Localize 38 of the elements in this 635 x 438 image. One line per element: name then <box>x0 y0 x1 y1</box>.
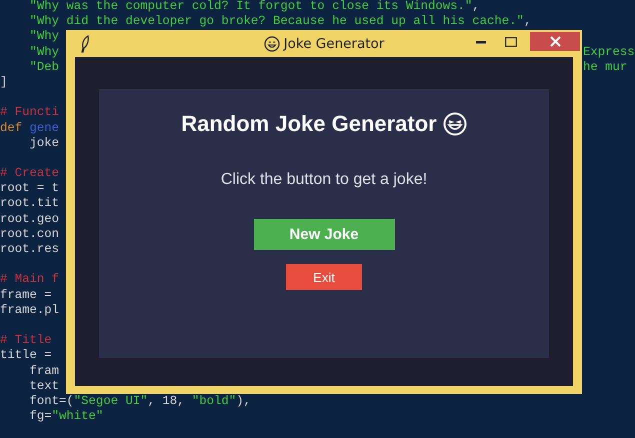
code-line: "Why did the developer go broke? Because he used up all his cache.", <box>28 14 532 30</box>
feather-icon <box>80 34 90 52</box>
new-joke-button[interactable]: New Joke <box>254 219 394 250</box>
exit-button[interactable]: Exit <box>286 264 362 290</box>
code-line: root.tit <box>0 196 60 212</box>
laughing-face-icon <box>442 112 467 136</box>
code-line: text <box>28 378 60 394</box>
minimize-icon <box>476 40 486 44</box>
code-line: # Functi <box>0 105 60 121</box>
code-line: frame = <box>0 288 52 303</box>
maximize-icon <box>505 37 517 47</box>
code-line: he mur <box>583 60 628 75</box>
window-title: Joke Generator <box>284 36 384 52</box>
code-line: "Why was the computer cold? It forgot to close its Windows.", <box>28 0 480 14</box>
code-line: # Create <box>0 166 60 182</box>
code-line: root.res <box>0 242 60 258</box>
close-icon <box>550 36 560 47</box>
code-line: fram <box>28 364 60 379</box>
code-line: # Title <box>0 333 52 348</box>
code-line: frame.pl <box>0 302 60 318</box>
close-button[interactable] <box>530 32 580 51</box>
code-line: Express <box>583 44 635 60</box>
code-line: # Main f <box>0 272 60 288</box>
code-line: font=("Segoe UI", 18, "bold"), <box>28 394 251 410</box>
app-heading: Random Joke Generator <box>181 111 437 137</box>
code-line: "Deb <box>28 60 60 75</box>
code-line: ] <box>0 74 8 90</box>
code-line: root.con <box>0 226 60 242</box>
code-line: fg="white" <box>28 409 104 424</box>
prompt-text: Click the button to get a joke! <box>220 171 428 189</box>
smile-icon <box>264 36 280 52</box>
code-line: title = <box>0 348 52 364</box>
code-line: root.geo <box>0 212 60 227</box>
code-line: root = t <box>0 181 60 196</box>
code-line: def gene <box>0 120 60 136</box>
code-line: "Why <box>28 29 60 45</box>
code-line: joke <box>28 136 60 151</box>
code-line: "Why <box>28 44 60 60</box>
